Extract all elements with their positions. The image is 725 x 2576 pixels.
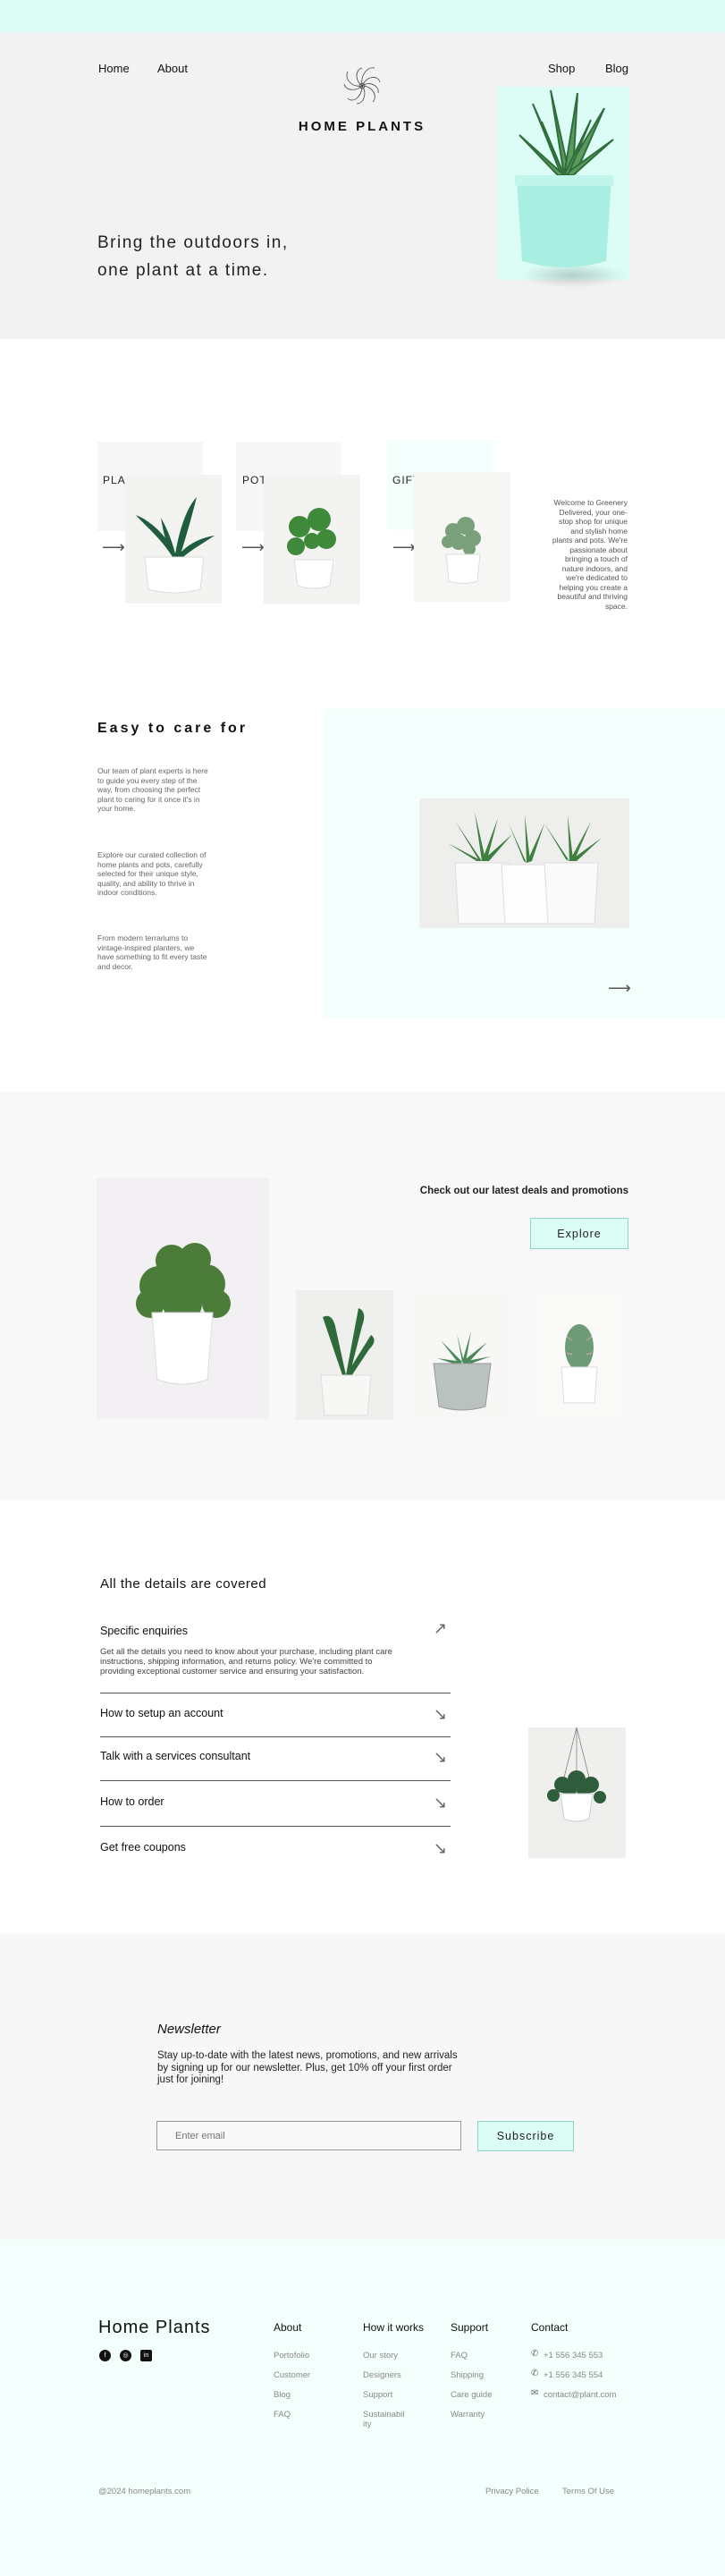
nav-home[interactable]: Home	[98, 62, 130, 75]
care-next-arrow-icon[interactable]: ⟶	[608, 979, 631, 998]
explore-button[interactable]: Explore	[530, 1218, 628, 1249]
footer-link-support[interactable]: Support	[363, 2390, 392, 2400]
footer-email[interactable]: contact@plant.com	[544, 2390, 616, 2400]
faq-item-2-title[interactable]: How to setup an account	[100, 1707, 223, 1719]
plants-arrow-icon[interactable]: ⟶	[102, 538, 125, 557]
hero-tagline-line2: one plant at a time.	[97, 261, 269, 280]
faq-item-1-body: Get all the details you need to know abo…	[100, 1647, 392, 1677]
footer-link-sustainability[interactable]: Sustainabil ity	[363, 2410, 404, 2429]
care-paragraph-1: Our team of plant experts is here to gui…	[97, 766, 208, 813]
footer-about-heading: About	[274, 2321, 302, 2334]
footer-link-warranty[interactable]: Warranty	[451, 2410, 485, 2420]
faq-item-3-arrow-icon[interactable]: ↘	[434, 1748, 447, 1767]
deals-title: Check out our latest deals and promotion…	[419, 1186, 628, 1196]
footer-link-our-story[interactable]: Our story	[363, 2351, 398, 2361]
care-plants-image	[419, 798, 629, 928]
hero-tagline: Bring the outdoors in, one plant at a ti…	[97, 229, 401, 284]
spiral-logo-icon[interactable]	[335, 59, 389, 113]
footer-phone-2[interactable]: +1 556 345 554	[544, 2370, 603, 2380]
pots-arrow-icon[interactable]: ⟶	[241, 538, 265, 557]
nav-shop[interactable]: Shop	[548, 62, 575, 75]
footer-logo-word2: Plants	[155, 2318, 211, 2337]
footer-link-designers[interactable]: Designers	[363, 2370, 401, 2380]
hero-tagline-line1: Bring the outdoors in,	[97, 233, 289, 252]
gifts-arrow-icon[interactable]: ⟶	[392, 538, 416, 557]
gifts-card-image[interactable]	[414, 472, 510, 602]
newsletter-section	[0, 1934, 725, 2240]
terms-link[interactable]: Terms Of Use	[562, 2487, 614, 2496]
footer	[0, 2240, 725, 2576]
footer-logo-word1: Home	[98, 2318, 150, 2337]
newsletter-title: Newsletter	[157, 2022, 221, 2037]
faq-item-5-title[interactable]: Get free coupons	[100, 1841, 186, 1854]
nav-about[interactable]: About	[157, 62, 188, 75]
footer-support-heading: Support	[451, 2321, 489, 2334]
footer-how-heading: How it works	[363, 2321, 425, 2334]
footer-contact-heading: Contact	[531, 2321, 569, 2334]
faq-divider	[100, 1826, 451, 1827]
welcome-text: Welcome to Greenery Delivered, your one-…	[552, 498, 628, 611]
care-title: Easy to care for	[97, 721, 249, 736]
care-paragraph-2: Explore our curated collection of home p…	[97, 850, 207, 897]
faq-item-1-title[interactable]: Specific enquiries	[100, 1625, 188, 1637]
footer-logo[interactable]: Home Plants	[98, 2318, 211, 2338]
newsletter-email-input[interactable]	[156, 2121, 461, 2150]
faq-item-5-arrow-icon[interactable]: ↘	[434, 1839, 447, 1858]
linkedin-icon[interactable]: in	[140, 2350, 152, 2361]
footer-link-care-guide[interactable]: Care guide	[451, 2390, 492, 2400]
deal-cactus-image[interactable]	[531, 1290, 628, 1420]
brand-name[interactable]: HOME PLANTS	[273, 119, 451, 134]
faq-item-4-title[interactable]: How to order	[100, 1795, 164, 1808]
mail-icon: ✉	[531, 2388, 539, 2398]
footer-link-portofolio[interactable]: Portofolio	[274, 2351, 309, 2361]
subscribe-button[interactable]: Subscribe	[477, 2121, 574, 2151]
plants-card-image[interactable]	[125, 475, 222, 604]
faq-divider	[100, 1780, 451, 1781]
faq-item-3-title[interactable]: Talk with a services consultant	[100, 1750, 250, 1762]
facebook-icon[interactable]: f	[99, 2350, 111, 2361]
footer-link-shipping[interactable]: Shipping	[451, 2370, 484, 2380]
newsletter-text: Stay up-to-date with the latest news, pr…	[157, 2050, 458, 2085]
footer-link-support-faq[interactable]: FAQ	[451, 2351, 468, 2361]
details-title: All the details are covered	[100, 1576, 267, 1592]
deal-succulent-image[interactable]	[414, 1290, 510, 1420]
footer-link-blog[interactable]: Blog	[274, 2390, 291, 2400]
faq-divider	[100, 1736, 451, 1737]
footer-link-faq[interactable]: FAQ	[274, 2410, 291, 2420]
privacy-link[interactable]: Privacy Police	[485, 2487, 539, 2496]
pots-card-image[interactable]	[264, 475, 360, 604]
instagram-icon[interactable]: ◎	[120, 2350, 131, 2361]
footer-link-customer[interactable]: Customer	[274, 2370, 310, 2380]
faq-item-1-arrow-icon[interactable]: ↗	[434, 1619, 447, 1638]
phone-icon: ✆	[531, 2369, 539, 2378]
deal-main-plant-image[interactable]	[97, 1178, 269, 1419]
hanging-plant-image	[528, 1727, 626, 1858]
top-accent-bar	[0, 0, 725, 32]
copyright: @2024 homeplants.com	[98, 2487, 191, 2496]
deal-zz-plant-image[interactable]	[296, 1290, 393, 1420]
footer-phone-1[interactable]: +1 556 345 553	[544, 2351, 603, 2361]
faq-item-2-arrow-icon[interactable]: ↘	[434, 1705, 447, 1724]
nav-blog[interactable]: Blog	[605, 62, 628, 75]
phone-icon: ✆	[531, 2349, 539, 2359]
care-paragraph-3: From modern terrariums to vintage-inspir…	[97, 933, 207, 971]
hero-plant-image	[497, 86, 631, 291]
faq-item-4-arrow-icon[interactable]: ↘	[434, 1794, 447, 1812]
